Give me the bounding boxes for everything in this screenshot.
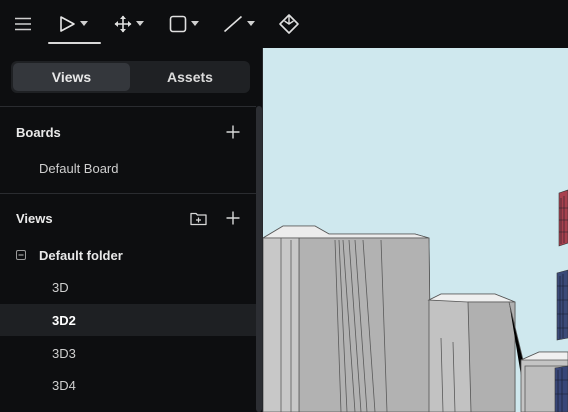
menu-icon xyxy=(15,17,31,31)
view-item-label: 3D xyxy=(52,279,69,295)
chevron-down-icon[interactable] xyxy=(247,21,255,27)
view-item-label: 3D4 xyxy=(52,377,76,393)
select-icon xyxy=(60,16,75,32)
add-folder-icon xyxy=(190,212,207,225)
plane-icon xyxy=(279,14,299,34)
view-item-3d[interactable]: 3D xyxy=(0,271,256,303)
chevron-down-icon[interactable] xyxy=(191,21,199,27)
board-item-default[interactable]: Default Board xyxy=(0,152,256,184)
rectangle-icon xyxy=(169,15,187,33)
chevron-down-icon[interactable] xyxy=(80,21,88,27)
board-item-label: Default Board xyxy=(39,160,119,176)
add-folder-button[interactable] xyxy=(190,209,208,227)
add-view-button[interactable] xyxy=(224,209,242,227)
sidebar-tab-switcher: Views Assets xyxy=(11,61,250,93)
tab-assets[interactable]: Assets xyxy=(132,63,248,91)
sidebar-scrollbar[interactable] xyxy=(256,106,262,412)
move-icon xyxy=(114,15,132,33)
move-tool-button[interactable] xyxy=(114,8,144,40)
rectangle-tool-button[interactable] xyxy=(169,8,199,40)
chevron-down-icon[interactable] xyxy=(136,21,144,27)
view-item-3d2[interactable]: 3D2 xyxy=(0,304,256,336)
plane-tool-button[interactable] xyxy=(278,8,300,40)
3d-viewport[interactable] xyxy=(263,48,568,412)
folder-row-default[interactable]: Default folder xyxy=(0,239,256,271)
plus-icon xyxy=(226,211,240,225)
line-icon xyxy=(223,15,243,33)
active-tool-indicator xyxy=(48,42,101,44)
sidebar: Views Assets Boards Default Board Views … xyxy=(0,48,263,412)
boards-section-title: Boards xyxy=(16,125,61,140)
collapse-icon[interactable] xyxy=(16,250,26,260)
tab-views[interactable]: Views xyxy=(13,63,130,91)
view-item-label: 3D2 xyxy=(52,312,76,328)
add-board-button[interactable] xyxy=(224,123,242,141)
plus-icon xyxy=(226,125,240,139)
menu-button[interactable] xyxy=(14,8,32,40)
divider xyxy=(0,193,256,194)
line-tool-button[interactable] xyxy=(223,8,255,40)
select-tool-button[interactable] xyxy=(58,8,88,40)
views-section-title: Views xyxy=(16,211,53,226)
top-toolbar xyxy=(0,0,568,48)
divider xyxy=(0,106,256,107)
view-item-3d3[interactable]: 3D3 xyxy=(0,337,256,369)
city-scene xyxy=(263,189,568,412)
folder-label: Default folder xyxy=(39,247,123,263)
view-item-label: 3D3 xyxy=(52,345,76,361)
view-item-3d4[interactable]: 3D4 xyxy=(0,369,256,401)
